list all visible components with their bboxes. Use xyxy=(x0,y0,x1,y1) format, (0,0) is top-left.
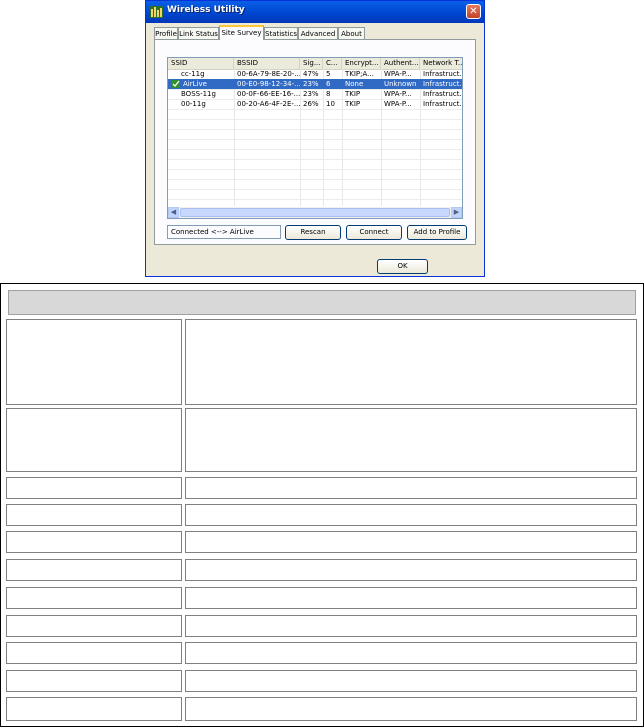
network-row[interactable]: 00-11g 00-20-A6-4F-2E-... 26% 10 TKIP WP… xyxy=(168,99,462,109)
scrollbar-thumb[interactable] xyxy=(180,208,450,217)
site-survey-panel: SSID BSSID Sig... C... Encrypt... Authen… xyxy=(154,39,476,245)
rescan-button[interactable]: Rescan xyxy=(285,225,341,240)
window-title: Wireless Utility xyxy=(167,5,245,15)
table-cell xyxy=(6,697,182,721)
close-icon: ✕ xyxy=(469,6,478,17)
table-cell xyxy=(6,642,182,664)
network-list[interactable]: SSID BSSID Sig... C... Encrypt... Authen… xyxy=(167,57,463,219)
tab-statistics[interactable]: Statistics xyxy=(264,27,298,39)
wireless-app-icon xyxy=(150,6,163,18)
network-row-selected[interactable]: AirLive 00-E0-98-12-34-... 23% 6 None Un… xyxy=(168,79,462,89)
table-cell xyxy=(185,670,637,692)
table-cell xyxy=(6,408,182,472)
title-bar[interactable]: Wireless Utility ✕ xyxy=(146,1,484,23)
table-cell xyxy=(185,642,637,664)
column-bssid[interactable]: BSSID xyxy=(234,58,300,69)
table-cell xyxy=(6,504,182,526)
table-cell xyxy=(185,615,637,637)
wireless-utility-window: Wireless Utility ✕ Profile Link Status S… xyxy=(145,0,485,277)
table-cell xyxy=(6,531,182,553)
table-cell xyxy=(6,615,182,637)
column-signal[interactable]: Sig... xyxy=(300,58,323,69)
column-encryption[interactable]: Encrypt... xyxy=(342,58,381,69)
table-header-bar xyxy=(8,290,636,315)
horizontal-scrollbar[interactable]: ◀ ▶ xyxy=(168,207,462,218)
tab-site-survey[interactable]: Site Survey xyxy=(219,25,264,40)
ok-button[interactable]: OK xyxy=(377,259,428,274)
table-cell xyxy=(185,531,637,553)
network-row[interactable]: cc-11g 00-6A-79-8E-20-... 47% 5 TKIP;A..… xyxy=(168,69,462,79)
tab-advanced[interactable]: Advanced xyxy=(298,27,338,39)
table-cell xyxy=(185,697,637,721)
tab-link-status[interactable]: Link Status xyxy=(178,27,219,39)
description-table xyxy=(0,283,644,727)
add-to-profile-button[interactable]: Add to Profile xyxy=(407,225,467,240)
connect-button[interactable]: Connect xyxy=(346,225,402,240)
table-cell xyxy=(185,408,637,472)
table-cell xyxy=(6,477,182,499)
scroll-left-icon[interactable]: ◀ xyxy=(168,207,179,218)
table-cell xyxy=(185,559,637,581)
table-cell xyxy=(185,319,637,405)
table-cell xyxy=(6,587,182,609)
table-cell xyxy=(6,670,182,692)
column-channel[interactable]: C... xyxy=(323,58,342,69)
table-cell xyxy=(185,477,637,499)
table-cell xyxy=(185,504,637,526)
tab-about[interactable]: About xyxy=(338,27,365,39)
column-network-type[interactable]: Network T... xyxy=(420,58,462,69)
network-row[interactable]: BOSS-11g 00-0F-66-EE-16-... 23% 8 TKIP W… xyxy=(168,89,462,99)
scroll-right-icon[interactable]: ▶ xyxy=(451,207,462,218)
connection-status: Connected <--> AirLive xyxy=(167,225,281,239)
close-button[interactable]: ✕ xyxy=(466,4,481,19)
tab-profile[interactable]: Profile xyxy=(154,27,178,39)
table-cell xyxy=(6,319,182,405)
connected-icon xyxy=(172,80,180,88)
table-cell xyxy=(6,559,182,581)
column-ssid[interactable]: SSID xyxy=(168,58,234,69)
table-cell xyxy=(185,587,637,609)
column-authentication[interactable]: Authent... xyxy=(381,58,420,69)
